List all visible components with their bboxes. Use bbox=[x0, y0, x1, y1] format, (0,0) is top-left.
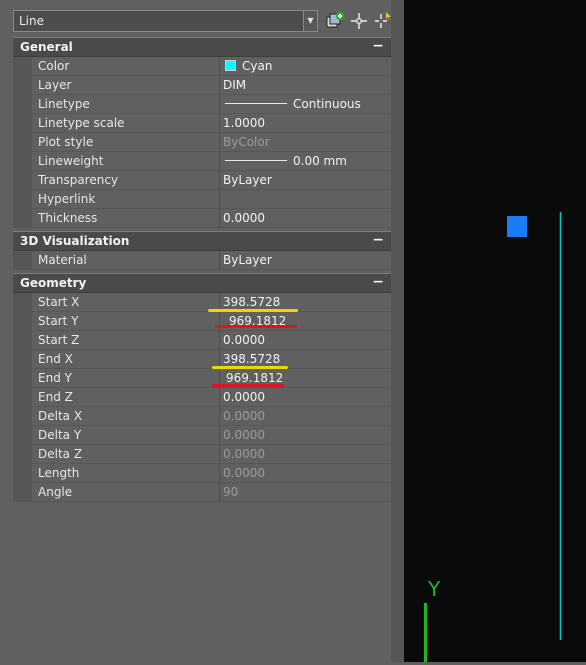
property-value[interactable]: 0.0000 bbox=[223, 211, 265, 225]
property-value[interactable]: Cyan bbox=[223, 59, 272, 73]
property-row-end-x[interactable]: End X 398.5728 bbox=[13, 350, 391, 369]
property-value[interactable]: Continuous bbox=[223, 97, 361, 111]
property-row-layer[interactable]: Layer DIM bbox=[13, 76, 391, 95]
property-row-linetype-scale[interactable]: Linetype scale 1.0000 bbox=[13, 114, 391, 133]
property-label: Material bbox=[38, 253, 87, 267]
property-value[interactable]: DIM bbox=[223, 78, 246, 92]
property-value: 0.0000 bbox=[223, 428, 265, 442]
property-row-delta-y: Delta Y 0.0000 bbox=[13, 426, 391, 445]
property-value: 0.0000 bbox=[223, 447, 265, 461]
property-row-transparency[interactable]: Transparency ByLayer bbox=[13, 171, 391, 190]
property-value[interactable]: 398.5728 bbox=[223, 295, 280, 309]
property-label: Linetype bbox=[38, 97, 90, 111]
highlight-underline-red bbox=[212, 384, 284, 387]
section-geometry-header[interactable]: Geometry − bbox=[13, 273, 391, 293]
section-title: 3D Visualization bbox=[20, 234, 130, 248]
property-row-end-z[interactable]: End Z 0.0000 bbox=[13, 388, 391, 407]
linetype-preview-icon bbox=[225, 103, 287, 104]
property-value[interactable]: ByLayer bbox=[223, 253, 272, 267]
section-title: Geometry bbox=[20, 276, 87, 290]
property-value: 0.0000 bbox=[223, 409, 265, 423]
property-value[interactable]: 398.5728 bbox=[223, 352, 280, 366]
property-label: Start X bbox=[38, 295, 80, 309]
collapse-icon[interactable]: − bbox=[372, 38, 384, 54]
property-label: Linetype scale bbox=[38, 116, 125, 130]
property-label: Start Y bbox=[38, 314, 79, 328]
property-row-color[interactable]: Color Cyan bbox=[13, 57, 391, 76]
toggle-pickadd-icon[interactable] bbox=[373, 11, 393, 31]
property-row-start-x[interactable]: Start X 398.5728 bbox=[13, 293, 391, 312]
lineweight-preview-icon bbox=[225, 160, 287, 161]
ucs-axis-label: Y bbox=[427, 577, 441, 601]
property-value[interactable]: 0.00 mm bbox=[223, 154, 347, 168]
property-row-lineweight[interactable]: Lineweight 0.00 mm bbox=[13, 152, 391, 171]
property-value[interactable]: ByLayer bbox=[223, 173, 272, 187]
property-label: Plot style bbox=[38, 135, 94, 149]
property-value[interactable]: 0.0000 bbox=[223, 333, 265, 347]
property-row-start-z[interactable]: Start Z 0.0000 bbox=[13, 331, 391, 350]
property-label: Lineweight bbox=[38, 154, 104, 168]
property-row-plot-style[interactable]: Plot style ByColor bbox=[13, 133, 391, 152]
property-row-linetype[interactable]: Linetype Continuous bbox=[13, 95, 391, 114]
quick-select-icon[interactable] bbox=[325, 11, 345, 31]
property-row-delta-z: Delta Z 0.0000 bbox=[13, 445, 391, 464]
section-general-header[interactable]: General − bbox=[13, 37, 391, 57]
section-title: General bbox=[20, 40, 73, 54]
drawing-canvas[interactable]: Y bbox=[404, 0, 586, 662]
property-row-material[interactable]: Material ByLayer bbox=[13, 251, 391, 270]
property-value: ByColor bbox=[223, 135, 270, 149]
collapse-icon[interactable]: − bbox=[372, 274, 384, 290]
property-label: Delta X bbox=[38, 409, 83, 423]
object-type-value: Line bbox=[19, 14, 45, 28]
property-row-delta-x: Delta X 0.0000 bbox=[13, 407, 391, 426]
color-swatch-icon bbox=[225, 60, 236, 71]
highlight-underline-red bbox=[215, 325, 297, 328]
pick-objects-icon[interactable] bbox=[349, 11, 369, 31]
property-row-angle: Angle 90 bbox=[13, 483, 391, 502]
property-label: End Y bbox=[38, 371, 72, 385]
properties-palette: Line ▼ General − Color Cyan Layer DIM Li… bbox=[0, 0, 404, 662]
property-value: 90 bbox=[223, 485, 239, 499]
property-label: Delta Z bbox=[38, 447, 83, 461]
property-label: Transparency bbox=[38, 173, 119, 187]
property-row-end-y[interactable]: End Y 969.1812 bbox=[13, 369, 391, 388]
property-row-start-y[interactable]: Start Y 969.1812 bbox=[13, 312, 391, 331]
property-label: End Z bbox=[38, 390, 73, 404]
property-value: 0.0000 bbox=[223, 466, 265, 480]
grip-icon bbox=[507, 216, 527, 237]
property-row-length: Length 0.0000 bbox=[13, 464, 391, 483]
property-value[interactable]: 1.0000 bbox=[223, 116, 265, 130]
property-label: Hyperlink bbox=[38, 192, 96, 206]
property-row-hyperlink[interactable]: Hyperlink bbox=[13, 190, 391, 209]
highlight-underline-yellow bbox=[208, 309, 298, 312]
object-type-dropdown[interactable]: Line ▼ bbox=[13, 10, 318, 32]
property-row-thickness[interactable]: Thickness 0.0000 bbox=[13, 209, 391, 228]
palette-scrollbar[interactable] bbox=[391, 0, 404, 662]
property-label: Angle bbox=[38, 485, 73, 499]
highlight-underline-yellow bbox=[212, 366, 288, 369]
property-label: End X bbox=[38, 352, 73, 366]
property-label: Thickness bbox=[38, 211, 98, 225]
chevron-down-icon[interactable]: ▼ bbox=[303, 11, 317, 31]
property-label: Layer bbox=[38, 78, 72, 92]
section-3d-visualization-header[interactable]: 3D Visualization − bbox=[13, 231, 391, 251]
property-label: Color bbox=[38, 59, 70, 73]
property-label: Length bbox=[38, 466, 80, 480]
collapse-icon[interactable]: − bbox=[372, 232, 384, 248]
property-label: Delta Y bbox=[38, 428, 82, 442]
property-value[interactable]: 0.0000 bbox=[223, 390, 265, 404]
property-label: Start Z bbox=[38, 333, 80, 347]
property-value[interactable]: 969.1812 bbox=[226, 371, 283, 385]
